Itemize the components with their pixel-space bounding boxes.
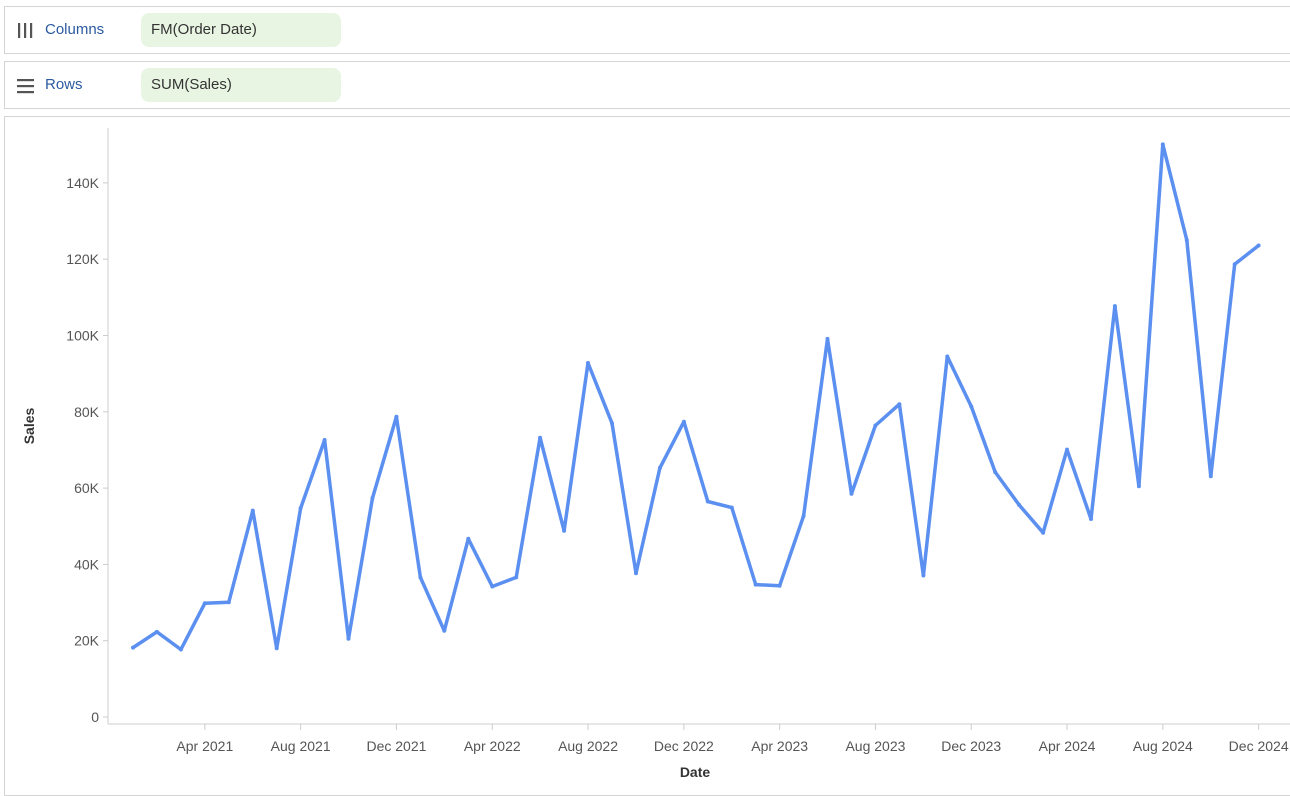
data-point[interactable]	[562, 528, 567, 533]
y-tick-label: 40K	[74, 556, 100, 572]
data-point[interactable]	[657, 465, 662, 470]
x-tick-label: Dec 2023	[941, 738, 1001, 754]
y-axis-title: Sales	[21, 407, 37, 444]
data-point[interactable]	[154, 629, 159, 634]
data-point[interactable]	[1232, 262, 1237, 267]
data-point[interactable]	[993, 470, 998, 475]
x-tick-label: Apr 2021	[176, 738, 233, 754]
data-point[interactable]	[1041, 530, 1046, 535]
x-tick-label: Apr 2023	[751, 738, 808, 754]
data-point[interactable]	[921, 573, 926, 578]
data-point[interactable]	[1065, 447, 1069, 452]
rows-icon	[17, 79, 34, 94]
columns-shelf[interactable]: Columns FM(Order Date)	[4, 6, 1290, 54]
data-point[interactable]	[370, 496, 375, 500]
data-point[interactable]	[1112, 304, 1117, 309]
data-point[interactable]	[969, 404, 974, 409]
x-tick-label: Aug 2021	[271, 738, 331, 754]
data-point[interactable]	[538, 435, 543, 440]
y-axis: 0 20K 40K 60K 80K 100K 120K 140K	[66, 128, 109, 725]
series-group	[131, 142, 1261, 652]
columns-icon	[18, 23, 33, 38]
data-point[interactable]	[1256, 243, 1261, 248]
y-tick-label: 0	[91, 709, 99, 725]
data-point[interactable]	[753, 582, 758, 587]
data-point[interactable]	[634, 571, 638, 576]
data-point[interactable]	[610, 421, 614, 426]
data-point[interactable]	[1208, 474, 1213, 479]
data-point[interactable]	[1017, 502, 1022, 507]
y-tick-label: 120K	[66, 251, 99, 267]
x-tick-label: Aug 2023	[845, 738, 905, 754]
x-tick-label: Dec 2021	[366, 738, 426, 754]
data-point[interactable]	[777, 583, 782, 588]
data-point[interactable]	[1160, 142, 1165, 147]
data-point[interactable]	[346, 636, 351, 641]
x-tick-label: Dec 2022	[654, 738, 714, 754]
order-date-pill[interactable]: FM(Order Date)	[141, 13, 341, 47]
data-point[interactable]	[418, 575, 423, 580]
y-tick-label: 60K	[74, 480, 100, 496]
x-axis: Apr 2021 Aug 2021 Dec 2021 Apr 2022 Aug 2022…	[108, 723, 1290, 754]
y-tick-label: 100K	[66, 328, 99, 344]
data-point[interactable]	[1089, 517, 1093, 521]
sales-pill[interactable]: SUM(Sales)	[141, 68, 341, 102]
x-axis-title: Date	[680, 764, 711, 780]
data-point[interactable]	[801, 513, 806, 518]
data-point[interactable]	[705, 499, 710, 504]
data-point[interactable]	[681, 419, 686, 424]
data-point[interactable]	[849, 491, 854, 496]
chart-panel: 0 20K 40K 60K 80K 100K 120K 140K Apr 2021 Aug 20…	[4, 116, 1290, 796]
data-point[interactable]	[514, 575, 519, 580]
sales-series-line	[131, 142, 1261, 652]
data-point[interactable]	[322, 438, 327, 442]
data-point[interactable]	[394, 414, 399, 419]
rows-shelf-label: Rows	[45, 76, 83, 93]
x-tick-label: Aug 2022	[558, 738, 618, 754]
data-point[interactable]	[825, 336, 830, 341]
data-point[interactable]	[466, 536, 471, 541]
data-point[interactable]	[274, 646, 279, 651]
y-tick-label: 20K	[74, 633, 100, 649]
data-point[interactable]	[729, 505, 734, 510]
data-point[interactable]	[226, 600, 231, 605]
y-tick-label: 80K	[74, 404, 100, 420]
y-tick-label: 140K	[66, 175, 99, 191]
sales-line-chart: 0 20K 40K 60K 80K 100K 120K 140K Apr 2021 Aug 20…	[21, 128, 1290, 780]
x-tick-label: Aug 2024	[1133, 738, 1193, 754]
data-point[interactable]	[1184, 238, 1189, 243]
rows-shelf[interactable]: Rows SUM(Sales)	[4, 61, 1290, 109]
x-tick-label: Apr 2022	[464, 738, 521, 754]
data-point[interactable]	[873, 423, 878, 428]
data-point[interactable]	[202, 601, 207, 606]
data-point[interactable]	[586, 361, 590, 365]
data-point[interactable]	[131, 645, 135, 650]
data-point[interactable]	[945, 354, 950, 359]
data-point[interactable]	[250, 508, 255, 513]
columns-shelf-label: Columns	[45, 21, 105, 38]
x-tick-label: Dec 2024	[1229, 738, 1289, 754]
data-point[interactable]	[897, 402, 902, 407]
data-point[interactable]	[442, 628, 447, 633]
data-point[interactable]	[298, 506, 303, 511]
data-point[interactable]	[178, 647, 183, 652]
x-tick-label: Apr 2024	[1039, 738, 1096, 754]
data-point[interactable]	[490, 584, 495, 589]
data-point[interactable]	[1136, 484, 1141, 489]
